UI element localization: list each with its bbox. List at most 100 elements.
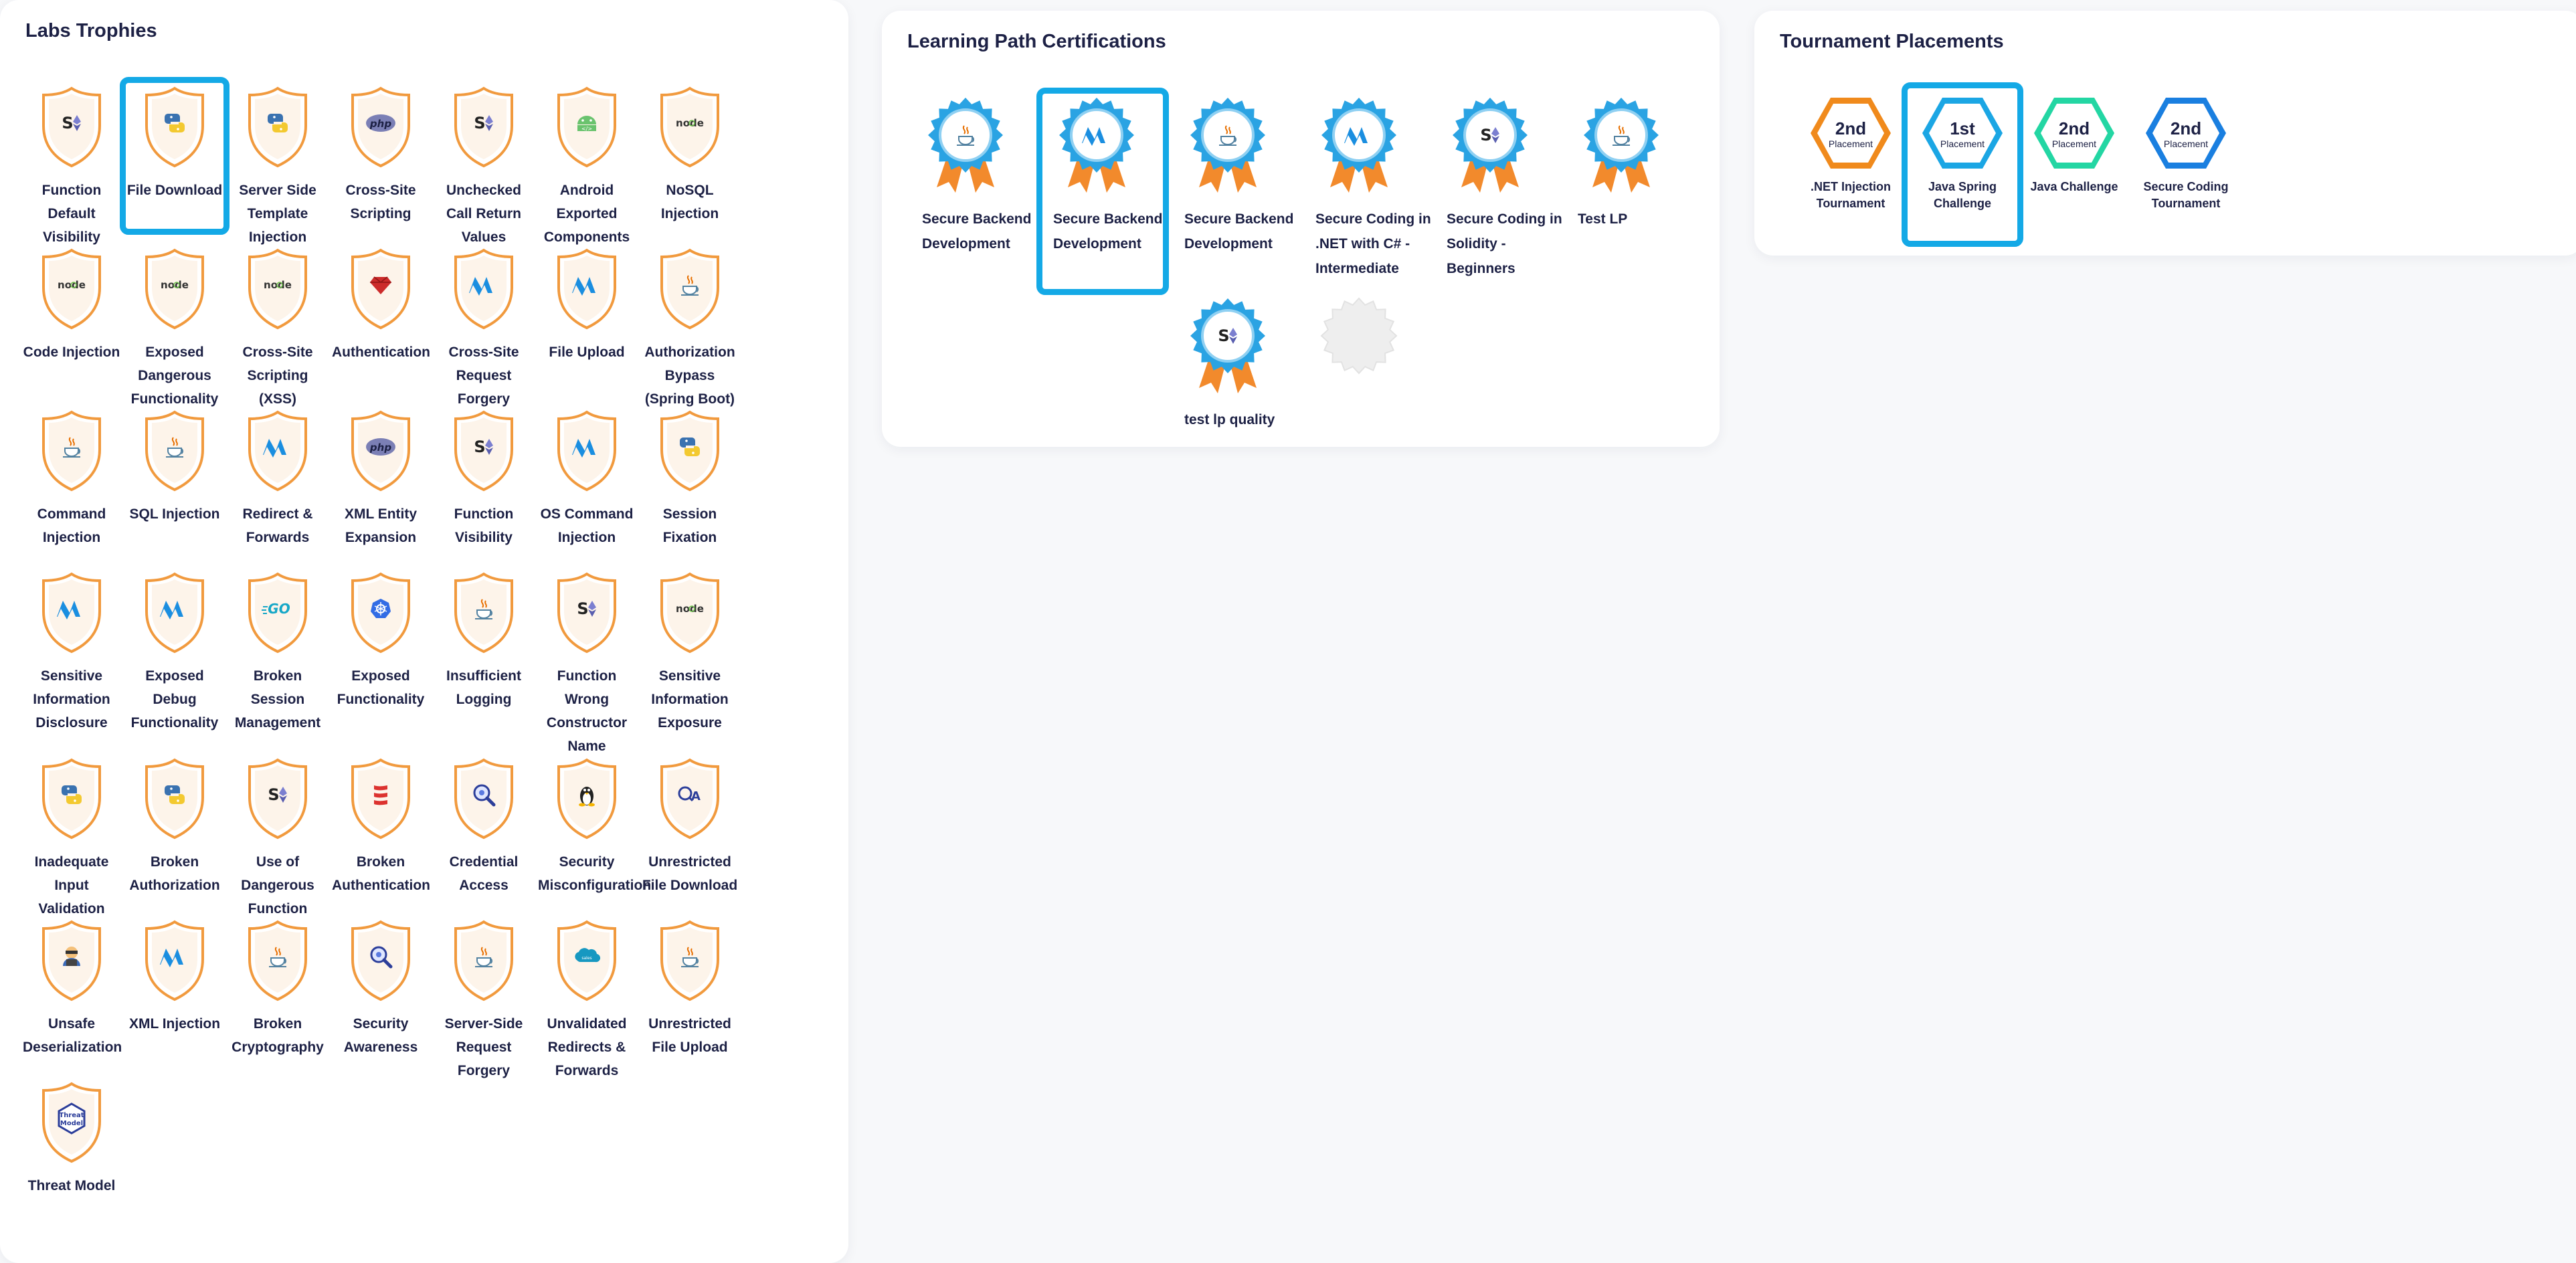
learning-path-title: Learning Path Certifications (907, 31, 1166, 52)
lab-trophy-label: Threat Model (27, 1178, 116, 1193)
tournament-placement[interactable]: 1st Placement Java Spring Challenge (1902, 82, 2023, 247)
python-icon (38, 757, 105, 844)
hexagon-badge-icon: 2nd Placement (2143, 95, 2229, 175)
lab-trophy[interactable]: Cross-Site Request Forgery (432, 242, 535, 407)
svg-text:S: S (268, 785, 279, 804)
tournament-placement[interactable]: 2nd Placement .NET Injection Tournament (1793, 86, 1908, 244)
lab-trophy-label: Sensitive Information Exposure (651, 668, 729, 731)
lab-trophy[interactable]: Exposed Debug Functionality (123, 566, 226, 731)
lab-trophy[interactable]: node Exposed Dangerous Functionality (123, 242, 226, 407)
learning-path-label: Secure Backend Development (1184, 211, 1294, 252)
lab-trophy[interactable]: Server Side Template Injection (226, 80, 329, 245)
lab-trophy[interactable]: node NoSQL Injection (638, 80, 741, 231)
lab-trophy[interactable]: Broken Cryptography (226, 914, 329, 1065)
lab-trophy[interactable]: node Cross-Site Scripting (XSS) (226, 242, 329, 407)
learning-path-label: Test LP (1578, 211, 1628, 227)
lab-trophy[interactable]: Insufficient Logging (432, 566, 535, 717)
lab-trophy[interactable]: sales Unvalidated Redirects & Forwards (535, 914, 638, 1078)
lab-trophy-label: Command Injection (37, 506, 106, 545)
labs-trophies-grid: S Function Default Visibility File Downloa… (20, 77, 741, 1227)
lab-trophy[interactable]: S Function Default Visibility (20, 80, 123, 245)
lab-trophy[interactable]: GO Broken Session Management (226, 566, 329, 731)
python-icon (141, 86, 208, 172)
dotnet-icon (141, 919, 208, 1005)
lab-trophy[interactable]: Authentication (329, 242, 432, 393)
svg-text:S: S (577, 599, 588, 618)
lab-trophy[interactable]: S Function Visibility (432, 404, 535, 555)
lab-trophy[interactable]: Security Awareness (329, 914, 432, 1065)
lab-trophy[interactable]: A Unrestricted File Download (638, 752, 741, 903)
lab-trophy-label: Broken Authentication (332, 854, 430, 893)
lab-trophy[interactable]: Unrestricted File Upload (638, 914, 741, 1065)
lab-trophy[interactable]: S Unchecked Call Return Values (432, 80, 535, 245)
lab-trophy[interactable]: Unsafe Deserialization (20, 914, 123, 1065)
lab-trophy[interactable]: php Cross-Site Scripting (329, 80, 432, 231)
lab-trophy[interactable]: node Sensitive Information Exposure (638, 566, 741, 731)
learning-path-certificate[interactable]: Secure Backend Development (909, 91, 1034, 292)
svg-text:node: node (264, 279, 292, 291)
lab-trophy-label: Broken Cryptography (232, 1016, 324, 1055)
lab-trophy[interactable]: SQL Injection (123, 404, 226, 555)
kubernetes-icon (347, 571, 414, 658)
python-icon (656, 409, 723, 496)
java-icon (656, 248, 723, 334)
lab-trophy-label: Authentication (332, 345, 430, 360)
tournament-placement[interactable]: 2nd Placement Secure Coding Tournament (2128, 86, 2243, 244)
learning-path-certificate[interactable]: S Secure Coding in Solidity - Beginners (1433, 91, 1562, 292)
svg-text:node: node (58, 279, 86, 291)
lab-trophy[interactable]: </> Android Exported Components (535, 80, 638, 245)
lab-trophy[interactable]: Broken Authorization (123, 752, 226, 903)
learning-path-locked[interactable] (1302, 292, 1428, 492)
learning-path-certificate[interactable]: Secure Backend Development (1171, 91, 1297, 292)
lab-trophy[interactable]: S Function Wrong Constructor Name (535, 566, 638, 754)
lab-trophy[interactable]: S Use of Dangerous Function (226, 752, 329, 916)
php-icon: php (347, 409, 414, 496)
lab-trophy[interactable]: Inadequate Input Validation (20, 752, 123, 916)
lab-trophy-label: Unvalidated Redirects & Forwards (547, 1016, 627, 1078)
lab-trophy[interactable]: File Upload (535, 242, 638, 393)
solidity-icon: S (1184, 296, 1271, 399)
lab-trophy[interactable]: Credential Access (432, 752, 535, 903)
placement-text: 2nd Placement (2031, 95, 2117, 175)
lab-trophy[interactable]: Session Fixation (638, 404, 741, 555)
dotnet-icon (1053, 95, 1140, 199)
solidity-icon: S (553, 571, 620, 658)
lab-trophy-label: NoSQL Injection (660, 183, 719, 221)
learning-path-certificate[interactable]: Test LP (1564, 91, 1690, 292)
lab-trophy-label: Unchecked Call Return Values (446, 183, 522, 245)
learning-path-certificate[interactable]: Secure Coding in .NET with C# - Intermed… (1302, 91, 1431, 292)
learning-path-label: test lp quality (1184, 412, 1275, 427)
lab-trophy[interactable]: Server-Side Request Forgery (432, 914, 535, 1078)
learning-path-certificate[interactable]: Stest lp quality (1171, 292, 1297, 492)
placement-text: 1st Placement (1920, 95, 2005, 175)
svg-text:php: php (369, 118, 391, 130)
lab-trophy-label: Redirect & Forwards (242, 506, 313, 545)
placement-rank: 1st (1950, 118, 1975, 138)
node-icon: node (656, 86, 723, 172)
lab-trophy[interactable]: node Code Injection (20, 242, 123, 393)
lab-trophy[interactable]: Broken Authentication (329, 752, 432, 903)
lab-trophy-label: File Download (126, 183, 223, 198)
lab-trophy-label: File Upload (549, 345, 625, 360)
lab-trophy[interactable]: Redirect & Forwards (226, 404, 329, 555)
lab-trophy[interactable]: php XML Entity Expansion (329, 404, 432, 555)
lab-trophy-label: Credential Access (449, 854, 519, 893)
lab-trophy[interactable]: Sensitive Information Disclosure (20, 566, 123, 731)
lab-trophy-label: SQL Injection (129, 506, 220, 522)
lab-trophy[interactable]: Security Misconfiguration (535, 752, 651, 903)
magnifier-icon (347, 919, 414, 1005)
tournament-label: Java Spring Challenge (1928, 180, 1997, 210)
lab-trophy[interactable]: Authorization Bypass (Spring Boot) (638, 242, 741, 407)
tournament-placement[interactable]: 2nd Placement Java Challenge (2017, 86, 2132, 244)
lab-trophy[interactable]: File Download (120, 77, 229, 235)
lab-trophy[interactable]: OS Command Injection (535, 404, 638, 555)
dotnet-icon (553, 248, 620, 334)
learning-path-certificate[interactable]: Secure Backend Development (1036, 88, 1169, 295)
lab-trophy[interactable]: XML Injection (123, 914, 226, 1065)
lab-trophy-label: XML Entity Expansion (344, 506, 418, 545)
lab-trophy[interactable]: Threat Model Threat Model (20, 1076, 123, 1227)
lab-trophy[interactable]: Exposed Functionality (329, 566, 432, 717)
lab-trophy-label: Unsafe Deserialization (23, 1016, 122, 1055)
lab-trophy[interactable]: Command Injection (20, 404, 123, 555)
node-icon: node (656, 571, 723, 658)
